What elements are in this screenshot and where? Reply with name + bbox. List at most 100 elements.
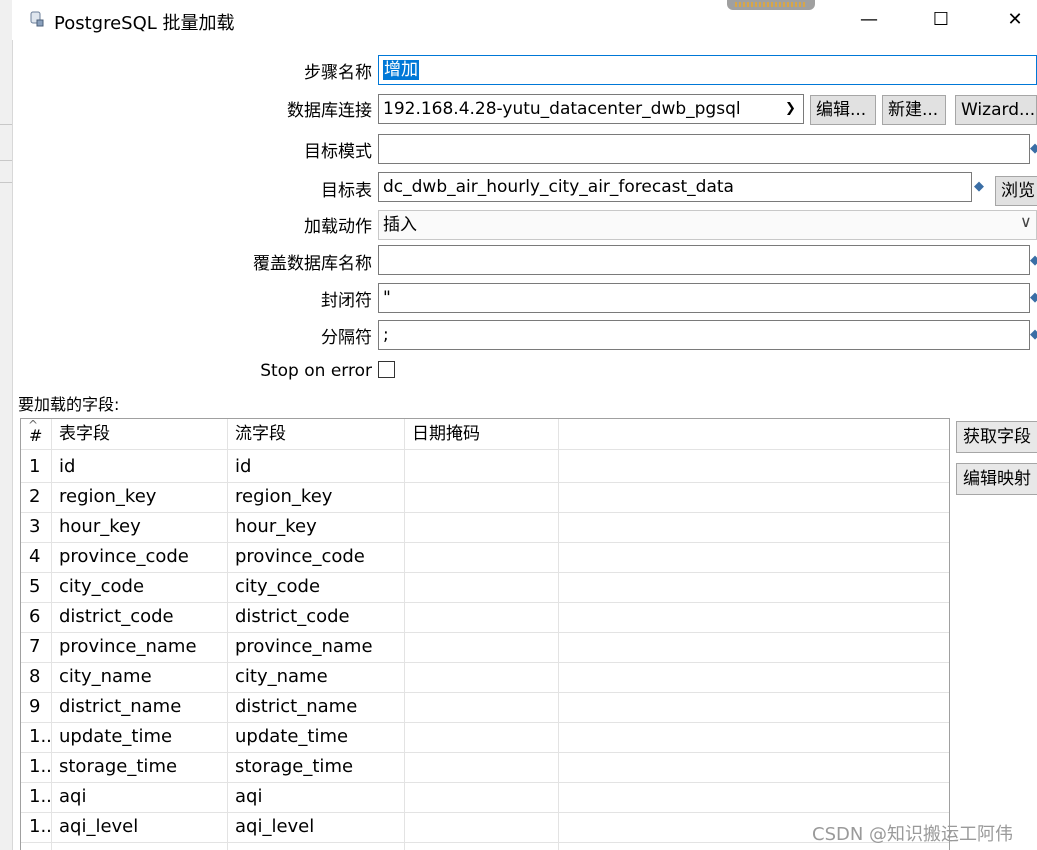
enclosure-value: " [383, 288, 391, 308]
table-row[interactable]: 4 province_code province_code [21, 542, 949, 573]
table-row[interactable]: 1.. aqi aqi [21, 782, 949, 813]
step-name-input[interactable]: 增加 [378, 55, 1037, 85]
edit-connection-button[interactable]: 编辑... [810, 95, 876, 125]
row-number[interactable]: 2 [29, 482, 40, 512]
table-field-cell[interactable]: update_time [59, 722, 172, 752]
target-table-input[interactable]: dc_dwb_air_hourly_city_air_forecast_data [378, 172, 972, 202]
maximize-button[interactable]: ☐ [918, 6, 964, 34]
variable-icon: ◆ [1030, 290, 1037, 305]
variable-icon: ◆ [974, 179, 984, 194]
stream-field-cell[interactable]: region_key [235, 482, 332, 512]
step-name-value: 增加 [383, 60, 419, 80]
row-number[interactable]: 3 [29, 512, 40, 542]
header-stream-field[interactable]: 流字段 [235, 419, 286, 449]
table-row[interactable]: 9 district_name district_name [21, 692, 949, 723]
table-field-cell[interactable]: aqi_level [59, 812, 138, 842]
table-row[interactable]: 7 province_name province_name [21, 632, 949, 663]
new-connection-button[interactable]: 新建... [882, 95, 946, 125]
table-row[interactable]: 5 city_code city_code [21, 572, 949, 603]
stream-field-cell[interactable]: province_code [235, 542, 365, 572]
delimiter-label: 分隔符 [321, 328, 372, 348]
table-row[interactable]: 1.. update_time update_time [21, 722, 949, 753]
drag-handle[interactable] [727, 0, 815, 10]
table-row[interactable]: 1.. aqi_level aqi_level [21, 812, 949, 843]
row-number[interactable]: 5 [29, 572, 40, 602]
stop-on-error-label: Stop on error [260, 361, 372, 381]
row-number[interactable]: 1.. [29, 782, 52, 812]
table-field-cell[interactable]: city_name [59, 662, 152, 692]
row-number[interactable]: 1 [29, 452, 40, 482]
table-field-cell[interactable]: province_code [59, 542, 189, 572]
header-date-mask[interactable]: 日期掩码 [412, 419, 480, 449]
stream-field-cell[interactable]: city_code [235, 572, 320, 602]
table-field-cell[interactable]: aqi [59, 782, 86, 812]
row-number[interactable]: 8 [29, 662, 40, 692]
db-connection-label: 数据库连接 [287, 101, 372, 121]
chevron-down-icon[interactable]: ❯ [778, 95, 803, 123]
table-field-cell[interactable]: region_key [59, 482, 156, 512]
target-schema-input[interactable] [378, 134, 1030, 164]
row-number[interactable]: 4 [29, 542, 40, 572]
enclosure-input[interactable]: " [378, 283, 1030, 313]
variable-icon: ◆ [1030, 327, 1037, 342]
table-field-cell[interactable]: hour_key [59, 512, 141, 542]
header-table-field[interactable]: 表字段 [59, 419, 110, 449]
override-db-input[interactable] [378, 245, 1030, 275]
variable-icon: ◆ [1030, 141, 1037, 156]
row-number[interactable]: 1.. [29, 722, 52, 752]
table-row[interactable]: 3 hour_key hour_key [21, 512, 949, 543]
stop-on-error-checkbox[interactable] [378, 361, 395, 378]
table-row[interactable]: 8 city_name city_name [21, 662, 949, 693]
table-header: ^ # 表字段 流字段 日期掩码 [21, 419, 949, 450]
table-row[interactable]: 1 id id [21, 452, 949, 483]
close-button[interactable]: ✕ [992, 6, 1037, 34]
stream-field-cell[interactable]: update_time [235, 722, 348, 752]
target-table-label: 目标表 [321, 181, 372, 201]
load-action-label: 加载动作 [304, 217, 372, 237]
fields-table: ^ # 表字段 流字段 日期掩码 1 id id 2 region_key region_… [20, 418, 950, 850]
postgresql-icon [30, 11, 44, 27]
stream-field-cell[interactable]: province_name [235, 632, 373, 662]
load-action-select[interactable]: 插入 [378, 210, 1037, 240]
header-num[interactable]: # [29, 421, 42, 451]
table-field-cell[interactable]: storage_time [59, 752, 177, 782]
minimize-button[interactable]: — [846, 6, 892, 34]
table-field-cell[interactable]: city_code [59, 572, 144, 602]
stream-field-cell[interactable]: aqi [235, 782, 262, 812]
fields-heading: 要加载的字段: [18, 395, 120, 414]
stream-field-cell[interactable]: aqi_level [235, 812, 314, 842]
table-row[interactable]: 1.. storage_time storage_time [21, 752, 949, 783]
table-field-cell[interactable]: id [59, 452, 75, 482]
chevron-down-icon[interactable]: ∨ [1020, 212, 1032, 231]
table-field-cell[interactable]: district_name [59, 692, 181, 722]
row-number[interactable]: 6 [29, 602, 40, 632]
enclosure-label: 封闭符 [321, 291, 372, 311]
target-table-value: dc_dwb_air_hourly_city_air_forecast_data [383, 177, 734, 197]
row-number[interactable]: 7 [29, 632, 40, 662]
db-connection-select[interactable]: 192.168.4.28-yutu_datacenter_dwb_pgsql [378, 94, 804, 124]
row-number[interactable]: 1.. [29, 752, 52, 782]
override-db-label: 覆盖数据库名称 [253, 254, 372, 274]
get-fields-button[interactable]: 获取字段 [956, 421, 1037, 453]
table-field-cell[interactable]: province_name [59, 632, 197, 662]
window-title: PostgreSQL 批量加载 [54, 13, 235, 34]
table-row[interactable]: 6 district_code district_code [21, 602, 949, 633]
stream-field-cell[interactable]: hour_key [235, 512, 317, 542]
stream-field-cell[interactable]: district_name [235, 692, 357, 722]
step-name-label: 步骤名称 [304, 63, 372, 83]
table-field-cell[interactable]: district_code [59, 602, 174, 632]
edit-mapping-button[interactable]: 编辑映射 [956, 463, 1037, 495]
delimiter-value: ; [383, 325, 389, 345]
row-number[interactable]: 1.. [29, 812, 52, 842]
stream-field-cell[interactable]: id [235, 452, 251, 482]
row-number[interactable]: 9 [29, 692, 40, 722]
stream-field-cell[interactable]: district_code [235, 602, 350, 632]
variable-icon: ◆ [1030, 253, 1037, 268]
table-row[interactable]: 2 region_key region_key [21, 482, 949, 513]
load-action-value: 插入 [383, 215, 417, 235]
delimiter-input[interactable]: ; [378, 320, 1030, 350]
stream-field-cell[interactable]: storage_time [235, 752, 353, 782]
browse-button[interactable]: 浏览 [995, 176, 1037, 206]
stream-field-cell[interactable]: city_name [235, 662, 328, 692]
wizard-button[interactable]: Wizard... [955, 95, 1037, 125]
